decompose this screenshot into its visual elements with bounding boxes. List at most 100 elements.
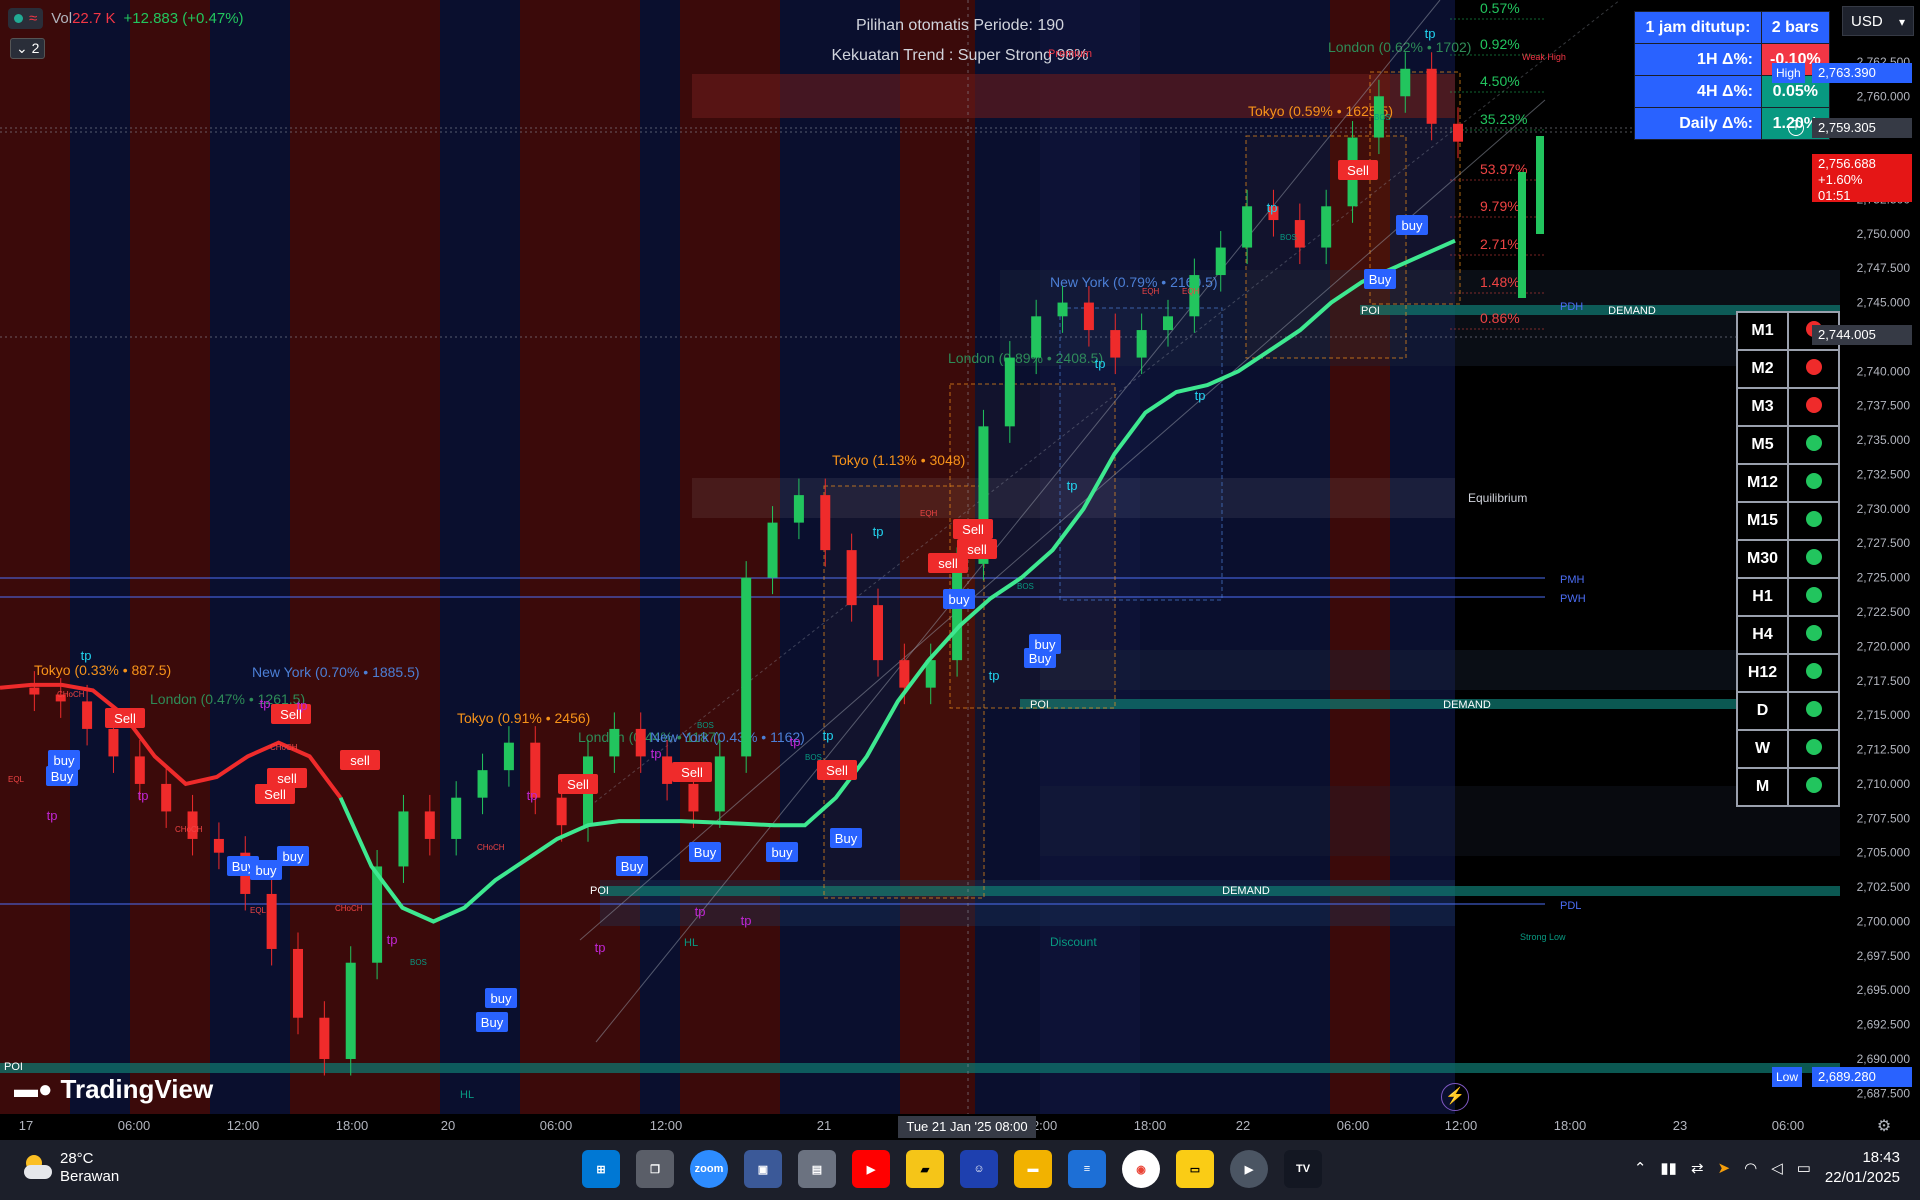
location-icon[interactable]: ➤ bbox=[1718, 1159, 1731, 1177]
candle-body bbox=[424, 811, 435, 839]
monitor-app-icon[interactable]: ▣ bbox=[744, 1150, 782, 1188]
windows-start-icon[interactable]: ⊞ bbox=[582, 1150, 620, 1188]
time-tick: 18:00 bbox=[1553, 1118, 1587, 1133]
discount-label: Discount bbox=[1050, 935, 1097, 949]
demand-zone-demand-bottom bbox=[0, 1063, 1840, 1073]
currency-select[interactable]: USD bbox=[1842, 6, 1914, 37]
price-tick: 2,735.000 bbox=[1857, 433, 1911, 447]
candle-body bbox=[319, 1017, 330, 1059]
price-tick: 2,740.000 bbox=[1857, 364, 1911, 378]
candle-body bbox=[29, 687, 40, 695]
buy-signal: buy bbox=[1402, 218, 1423, 233]
last-price: 2,756.688 bbox=[1818, 156, 1876, 171]
demand-zone-demand-low bbox=[600, 886, 1840, 896]
low-price-label: Low 2,689.280 bbox=[1772, 1067, 1912, 1087]
price-tick: 2,732.500 bbox=[1857, 467, 1911, 481]
settings-gear-icon[interactable]: ⚙ bbox=[1873, 1116, 1895, 1138]
price-tick: 2,695.000 bbox=[1857, 983, 1911, 997]
tp-label: tp bbox=[297, 698, 308, 713]
candle-body bbox=[662, 756, 673, 784]
candle-body bbox=[952, 563, 963, 661]
lightning-icon[interactable]: ⚡ bbox=[1441, 1083, 1469, 1111]
mark-price-label: 2,744.005 bbox=[1812, 325, 1912, 345]
tp-label: tp bbox=[387, 932, 398, 947]
candle-body bbox=[1242, 206, 1253, 248]
price-chart[interactable]: DEMANDDEMANDDEMANDPOIPOIPOIPOIPMHPWHPDLP… bbox=[0, 0, 1920, 1140]
weather-widget[interactable]: 28°C Berawan bbox=[22, 1150, 119, 1186]
clock[interactable]: 18:43 22/01/2025 bbox=[1825, 1148, 1900, 1188]
tp-label: tp bbox=[873, 524, 884, 539]
candle-body bbox=[108, 728, 119, 757]
weather-temp: 28°C bbox=[60, 1150, 94, 1167]
fib-label: 35.23% bbox=[1480, 111, 1527, 127]
tf-row: H12 bbox=[1736, 653, 1840, 693]
volume-icon[interactable]: ◁ bbox=[1771, 1159, 1783, 1177]
eql-label: EQL bbox=[8, 775, 25, 784]
premium-label: Premium bbox=[1048, 48, 1093, 60]
candle-body bbox=[134, 756, 145, 784]
media-player-icon[interactable]: ▶ bbox=[1230, 1150, 1268, 1188]
battery-icon[interactable]: ▭ bbox=[1797, 1159, 1811, 1177]
buy-signal: buy bbox=[1035, 637, 1056, 652]
tf-row: H1 bbox=[1736, 577, 1840, 617]
tf-row: D bbox=[1736, 691, 1840, 731]
add-alert-icon[interactable]: + bbox=[1788, 120, 1804, 136]
candle-body bbox=[1004, 357, 1015, 427]
tp-label: tp bbox=[1095, 356, 1106, 371]
sticky-notes-icon[interactable]: ▰ bbox=[906, 1150, 944, 1188]
time-tick: 12:00 bbox=[1444, 1118, 1478, 1133]
info-row: 1 jam ditutup: 2 bars bbox=[1634, 11, 1830, 44]
fib-label: 0.86% bbox=[1480, 310, 1520, 326]
demand-label: DEMAND bbox=[1443, 699, 1491, 711]
clock-date: 22/01/2025 bbox=[1824, 1169, 1900, 1186]
file-explorer-icon[interactable]: ▬ bbox=[1014, 1150, 1052, 1188]
buy-signal: Buy bbox=[694, 845, 717, 860]
tf-label: M30 bbox=[1736, 539, 1789, 579]
time-tick: 20 bbox=[440, 1118, 456, 1133]
notepad-icon[interactable]: ≡ bbox=[1068, 1150, 1106, 1188]
candle-body bbox=[1426, 68, 1437, 124]
tp-label: tp bbox=[823, 728, 834, 743]
clock-time: 18:43 bbox=[1862, 1149, 1900, 1166]
bear-dot-icon bbox=[1805, 396, 1822, 413]
candle-body bbox=[820, 495, 831, 551]
tf-status bbox=[1787, 691, 1840, 731]
wifi-icon[interactable]: ◠ bbox=[1744, 1159, 1757, 1177]
tf-label: M2 bbox=[1736, 349, 1789, 389]
time-tick: 23 bbox=[1672, 1118, 1688, 1133]
tf-row: M5 bbox=[1736, 425, 1840, 465]
task-view-icon[interactable]: ❐ bbox=[636, 1150, 674, 1188]
session-band bbox=[210, 0, 290, 1114]
tf-status bbox=[1787, 729, 1840, 769]
metatrader-icon[interactable]: ▮▮ bbox=[1660, 1159, 1677, 1177]
price-tick: 2,697.500 bbox=[1857, 949, 1911, 963]
fib-label: 9.79% bbox=[1480, 198, 1520, 214]
info-label: Daily Δ%: bbox=[1634, 107, 1762, 140]
buy-signal: buy bbox=[54, 753, 75, 768]
candle-body bbox=[688, 783, 699, 812]
session-label: New York (0.43% • 1162) bbox=[650, 729, 805, 745]
choch-label: CHoCH bbox=[477, 843, 505, 852]
bull-dot-icon bbox=[1805, 472, 1822, 489]
forming-candle-body bbox=[1536, 136, 1544, 234]
people-app-icon[interactable]: ☺ bbox=[960, 1150, 998, 1188]
tf-label: D bbox=[1736, 691, 1789, 731]
bos-label: BOS bbox=[1374, 113, 1391, 122]
chrome-icon[interactable]: ◉ bbox=[1122, 1150, 1160, 1188]
printer-app-icon[interactable]: ▤ bbox=[798, 1150, 836, 1188]
tf-status bbox=[1787, 387, 1840, 427]
tradingview-taskbar-icon[interactable]: TV bbox=[1284, 1150, 1322, 1188]
candle-body bbox=[1321, 206, 1332, 248]
sell-signal: Sell bbox=[962, 522, 984, 537]
candle-body bbox=[846, 550, 857, 606]
eql-label: EQL bbox=[250, 906, 267, 915]
buy-signal: Buy bbox=[51, 769, 74, 784]
candle-body bbox=[609, 728, 620, 757]
sync-icon[interactable]: ⇄ bbox=[1691, 1159, 1704, 1177]
youtube-app-icon[interactable]: ▶ bbox=[852, 1150, 890, 1188]
app-yellow-icon[interactable]: ▭ bbox=[1176, 1150, 1214, 1188]
chevron-up-icon[interactable]: ⌃ bbox=[1634, 1159, 1647, 1177]
zoom-app-icon[interactable]: zoom bbox=[690, 1150, 728, 1188]
info-label: 4H Δ%: bbox=[1634, 75, 1762, 108]
tf-status bbox=[1787, 463, 1840, 503]
